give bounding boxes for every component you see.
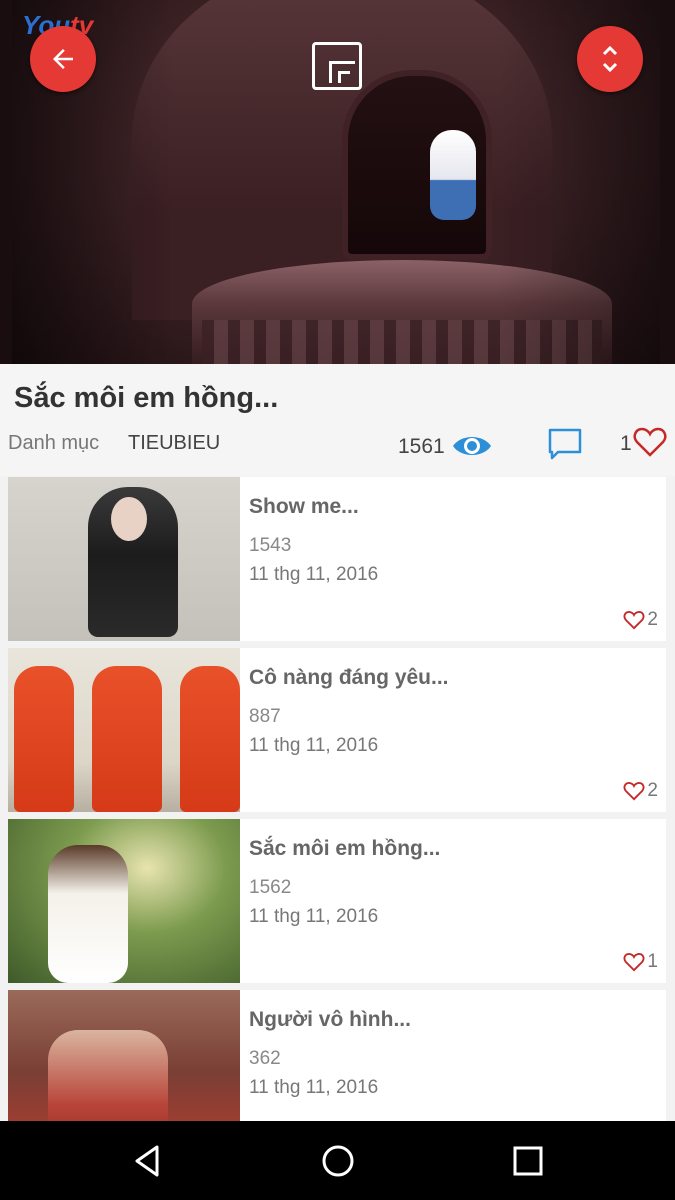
list-item-views: 1543	[249, 535, 292, 556]
list-item-date: 11 thg 11, 2016	[249, 906, 379, 927]
list-item-likes[interactable]: 1	[623, 951, 658, 973]
list-item-views: 362	[249, 1048, 281, 1069]
picture-in-picture-button[interactable]	[312, 42, 362, 90]
expand-button[interactable]	[577, 26, 643, 92]
eye-icon	[453, 437, 491, 455]
list-item-date: 11 thg 11, 2016	[249, 735, 379, 756]
list-item-views: 1562	[249, 877, 292, 898]
video-thumbnail[interactable]	[8, 648, 240, 812]
list-item-title[interactable]: Sắc môi em hồng...	[249, 837, 440, 861]
list-item-likes-count: 1	[647, 951, 658, 972]
heart-icon	[623, 781, 645, 801]
video-player[interactable]: Youtv	[0, 0, 675, 364]
nav-back-icon[interactable]	[127, 1141, 167, 1181]
nav-recent-apps-icon[interactable]	[508, 1141, 548, 1181]
heart-icon	[623, 610, 645, 630]
video-thumbnail[interactable]	[8, 990, 240, 1121]
likes-count: 1	[620, 432, 632, 455]
video-thumbnail[interactable]	[8, 819, 240, 983]
heart-icon	[623, 952, 645, 972]
list-item-likes-count: 2	[647, 609, 658, 630]
back-button[interactable]	[30, 26, 96, 92]
list-item[interactable]: Người vô hình... 362 11 thg 11, 2016	[8, 990, 666, 1121]
list-item-title[interactable]: Người vô hình...	[249, 1008, 411, 1032]
list-item-views: 887	[249, 706, 281, 727]
list-item[interactable]: Cô nàng đáng yêu... 887 11 thg 11, 2016 …	[8, 648, 666, 812]
comment-icon[interactable]	[548, 428, 582, 460]
category-value[interactable]: TIEUBIEU	[128, 432, 220, 455]
list-item[interactable]: Show me... 1543 11 thg 11, 2016 2	[8, 477, 666, 641]
views-count: 1561	[398, 435, 445, 458]
list-item-likes-count: 2	[647, 780, 658, 801]
list-item-date: 11 thg 11, 2016	[249, 564, 379, 585]
video-thumbnail[interactable]	[8, 477, 240, 641]
list-item[interactable]: Sắc môi em hồng... 1562 11 thg 11, 2016 …	[8, 819, 666, 983]
video-title: Sắc môi em hồng...	[14, 382, 279, 414]
list-item-likes[interactable]: 2	[623, 609, 658, 631]
category-label: Danh mục	[8, 432, 100, 454]
system-nav-bar	[0, 1121, 675, 1200]
list-item-date: 11 thg 11, 2016	[249, 1077, 379, 1098]
list-item-title[interactable]: Show me...	[249, 495, 359, 519]
arrow-left-icon	[53, 49, 73, 69]
expand-collapse-icon	[602, 45, 618, 73]
heart-icon[interactable]	[633, 426, 667, 458]
list-item-likes[interactable]: 2	[623, 780, 658, 802]
video-info: Sắc môi em hồng... Danh mục TIEUBIEU 156…	[0, 364, 675, 476]
app-screen: Youtv Sắc môi em hồng... Danh mục TIEUBI…	[0, 0, 675, 1200]
nav-home-icon[interactable]	[318, 1141, 358, 1181]
list-item-title[interactable]: Cô nàng đáng yêu...	[249, 666, 449, 690]
related-video-list[interactable]: Show me... 1543 11 thg 11, 2016 2 Cô nàn…	[0, 476, 675, 1121]
